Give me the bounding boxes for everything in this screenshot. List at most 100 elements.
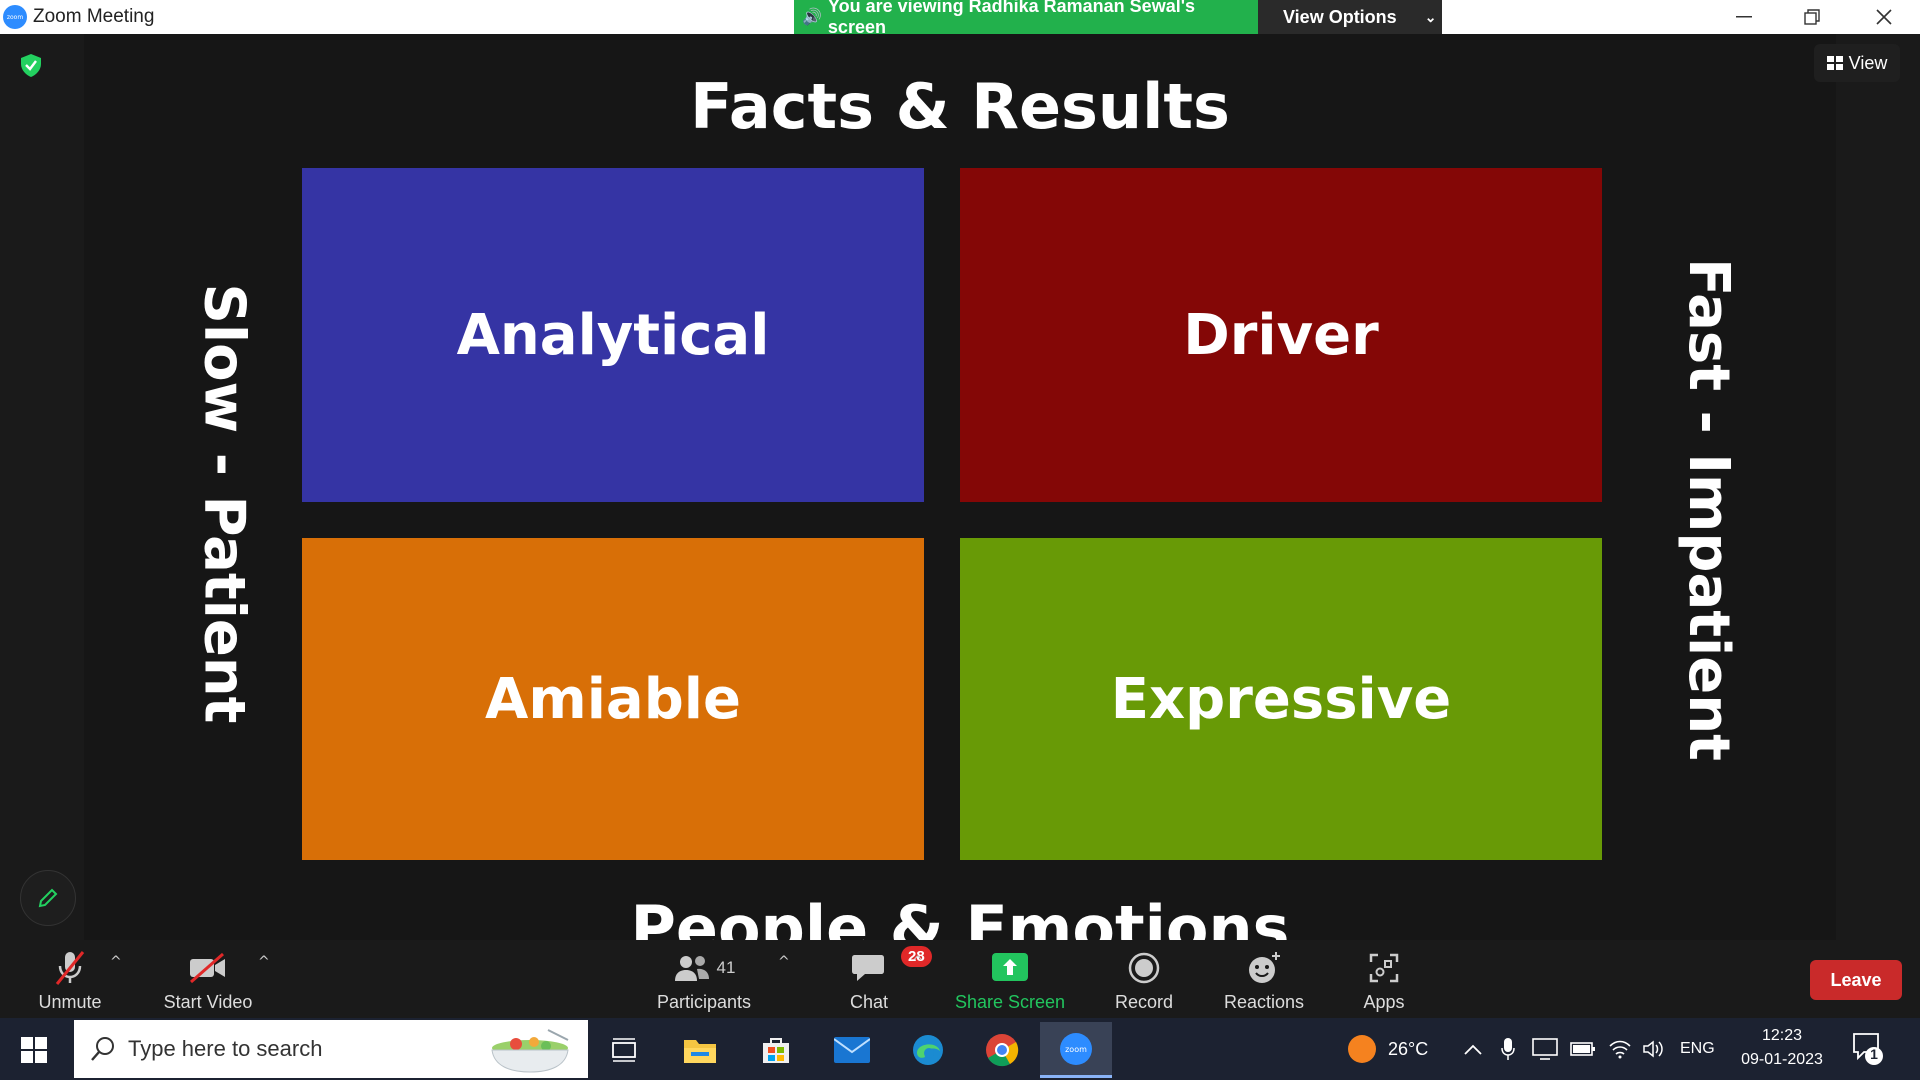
- notification-count: 1: [1870, 1046, 1878, 1062]
- wifi-tray[interactable]: [1608, 1018, 1632, 1080]
- clock-time: 12:23: [1761, 1027, 1803, 1044]
- microphone-tray[interactable]: [1500, 1018, 1516, 1080]
- start-button[interactable]: [14, 1032, 54, 1068]
- apps-button[interactable]: Apps: [1346, 940, 1422, 1018]
- chat-icon: [852, 955, 884, 981]
- chat-caret-icon[interactable]: ^: [912, 954, 924, 970]
- quadrant-analytical: Analytical: [302, 168, 924, 502]
- annotate-button[interactable]: [20, 870, 76, 926]
- chat-label: Chat: [849, 992, 889, 1012]
- sun-icon: [1348, 1035, 1376, 1063]
- quadrant-expressive: Expressive: [960, 538, 1602, 860]
- battery-tray[interactable]: [1570, 1018, 1596, 1080]
- participants-caret-icon[interactable]: ^: [778, 954, 790, 970]
- weather-widget[interactable]: 26°C: [1346, 1018, 1428, 1080]
- leave-button[interactable]: Leave: [1810, 960, 1902, 1000]
- chat-button[interactable]: 28 Chat: [826, 940, 932, 1018]
- share-screen-label: Share Screen: [954, 992, 1066, 1012]
- share-screen-icon: [992, 953, 1028, 981]
- slide-left-label: Slow - Patient: [191, 283, 257, 723]
- start-video-label: Start Video: [163, 992, 253, 1012]
- muted-microphone-icon: [55, 951, 85, 985]
- participants-icon: [674, 956, 709, 981]
- quadrant-driver: Driver: [960, 168, 1602, 502]
- slide-left-axis: Slow - Patient: [192, 283, 257, 723]
- language-indicator[interactable]: ENG: [1680, 1018, 1715, 1080]
- zoom-logo-icon: zoom: [3, 5, 27, 29]
- quadrant-label: Amiable: [485, 666, 741, 732]
- view-label: View: [1848, 52, 1888, 73]
- edge-icon: [913, 1035, 943, 1065]
- microsoft-store-button[interactable]: [740, 1022, 812, 1078]
- view-options-button[interactable]: View Options ⌄: [1258, 0, 1442, 34]
- volume-icon: [1643, 1040, 1663, 1058]
- quadrant-label: Driver: [1183, 302, 1379, 368]
- title-bar: zoom Zoom Meeting 🔊 You are viewing Radh…: [0, 0, 1920, 37]
- security-shield-icon[interactable]: [18, 52, 44, 78]
- minimize-button[interactable]: [1716, 0, 1772, 34]
- zoom-icon: zoom: [1060, 1032, 1092, 1065]
- edge-button[interactable]: [892, 1022, 964, 1078]
- reactions-button[interactable]: Reactions: [1218, 940, 1310, 1018]
- share-screen-button[interactable]: Share Screen: [950, 940, 1070, 1018]
- record-icon: [1128, 952, 1160, 984]
- chevron-down-icon: ⌄: [1424, 8, 1437, 25]
- participants-count: 41: [716, 958, 736, 977]
- video-off-icon: [190, 952, 225, 984]
- audio-options-caret-icon[interactable]: ^: [110, 954, 122, 970]
- display-tray[interactable]: [1532, 1018, 1558, 1080]
- record-label: Record: [1114, 992, 1174, 1012]
- zoom-taskbar-button[interactable]: zoom: [1040, 1022, 1112, 1078]
- quadrant-label: Analytical: [456, 302, 770, 368]
- slide-top-label: Facts & Results: [690, 70, 1230, 143]
- window-title: Zoom Meeting: [33, 6, 155, 27]
- notification-icon: [1853, 1033, 1883, 1065]
- task-view-icon: [612, 1038, 636, 1062]
- meeting-area: Facts & Results Analytical Driver Amiabl…: [0, 34, 1920, 940]
- quadrant-label: Expressive: [1110, 666, 1452, 732]
- record-button[interactable]: Record: [1104, 940, 1184, 1018]
- file-explorer-button[interactable]: [664, 1022, 736, 1078]
- weather-temperature: 26°C: [1388, 1038, 1429, 1059]
- restore-button[interactable]: [1784, 0, 1840, 34]
- shared-screen: Facts & Results Analytical Driver Amiabl…: [84, 34, 1836, 940]
- participants-button[interactable]: 41 Participants: [652, 940, 756, 1018]
- slide-right-axis: Fast - Impatient: [1676, 258, 1741, 761]
- viewing-status-text: You are viewing Radhika Ramanan Sewal's …: [827, 0, 1195, 37]
- grid-icon: [1826, 56, 1843, 70]
- mail-button[interactable]: [816, 1022, 888, 1078]
- view-options-label: View Options: [1283, 6, 1397, 27]
- close-button[interactable]: [1856, 0, 1912, 34]
- windows-taskbar: zoom 26°C ENG 12:23 09-01-202: [0, 1018, 1920, 1080]
- viewing-banner: 🔊 You are viewing Radhika Ramanan Sewal'…: [794, 0, 1442, 37]
- reactions-label: Reactions: [1223, 992, 1305, 1012]
- quadrant-amiable: Amiable: [302, 538, 924, 860]
- pencil-icon: [38, 888, 58, 908]
- notification-center-button[interactable]: 1: [1852, 1032, 1884, 1071]
- display-icon: [1532, 1038, 1558, 1060]
- salad-bowl-icon: [491, 1029, 569, 1073]
- unmute-button[interactable]: Unmute: [28, 940, 112, 1018]
- store-icon: [763, 1038, 789, 1063]
- svg-text:zoom: zoom: [1065, 1045, 1087, 1054]
- task-view-button[interactable]: [588, 1022, 660, 1078]
- chrome-button[interactable]: [966, 1022, 1038, 1078]
- search-icon: [91, 1037, 114, 1061]
- windows-logo-icon: [21, 1037, 47, 1063]
- search-input[interactable]: [128, 1036, 468, 1062]
- taskbar-search[interactable]: [74, 1020, 588, 1078]
- folder-icon: [684, 1040, 716, 1063]
- view-button[interactable]: View: [1814, 44, 1900, 82]
- hidden-icons-button[interactable]: [1464, 1018, 1482, 1080]
- mail-icon: [834, 1037, 870, 1063]
- start-video-button[interactable]: Start Video: [156, 940, 260, 1018]
- volume-tray[interactable]: [1642, 1018, 1666, 1080]
- slide-bottom-label: People & Emotions: [630, 892, 1290, 940]
- reactions-icon: [1249, 952, 1280, 983]
- wifi-icon: [1609, 1040, 1631, 1059]
- clock-date: 09-01-2023: [1741, 1051, 1823, 1068]
- speaker-icon: 🔊: [802, 9, 822, 26]
- video-options-caret-icon[interactable]: ^: [258, 954, 270, 970]
- taskbar-clock[interactable]: 12:23 09-01-2023: [1732, 1024, 1832, 1072]
- battery-icon: [1570, 1042, 1595, 1056]
